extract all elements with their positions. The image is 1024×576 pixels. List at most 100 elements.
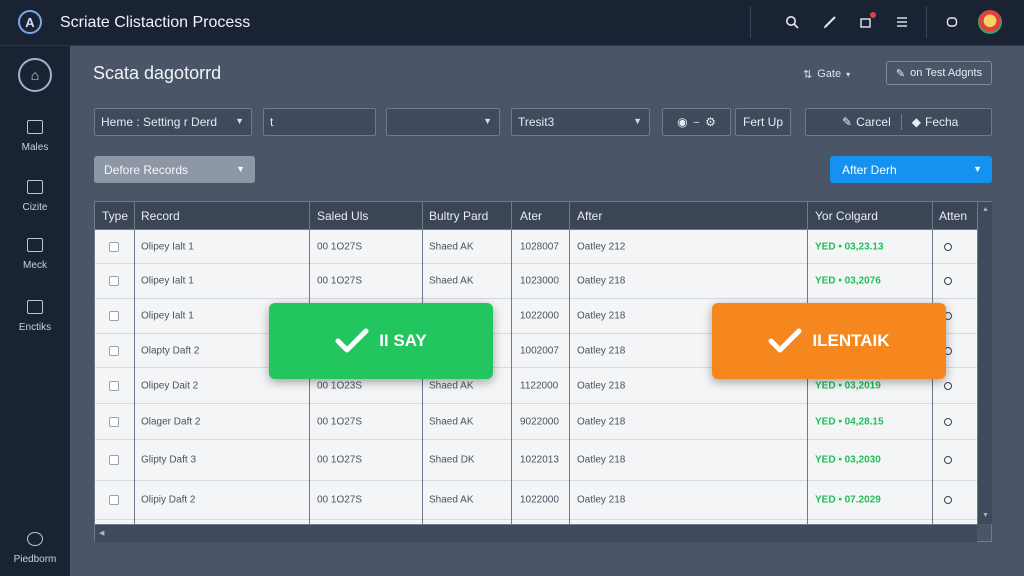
fert-up-button[interactable]: Fert Up [735, 108, 791, 136]
cancel-button[interactable]: Carcel [856, 115, 891, 129]
column-header-ater[interactable]: Ater [520, 209, 542, 223]
cell-ater: 1022013 [520, 454, 559, 466]
after-select[interactable]: After Derh ▼ [830, 156, 992, 183]
cell-yor: YED • 03,2019 [815, 380, 881, 391]
row-checkbox[interactable] [109, 416, 119, 427]
filter-input[interactable]: t [263, 108, 376, 136]
sidebar-item-label: Males [21, 142, 49, 153]
cell-ater: 1002007 [520, 345, 559, 356]
table-row[interactable]: Olipey Ialt 1 00 1O27S Shaed AK 1023000 Oatl… [95, 264, 977, 299]
column-header-yor[interactable]: Yor Colgard [815, 209, 878, 223]
row-checkbox[interactable] [109, 495, 119, 505]
app-logo-icon[interactable]: A [18, 10, 42, 34]
table-header: Type Record Saled Uls Bultry Pard Ater A… [95, 202, 977, 230]
warning-badge-label: ILENTAIK [812, 331, 890, 350]
column-header-record[interactable]: Record [141, 209, 180, 223]
cell-bultry: Shaed AK [429, 380, 474, 391]
scroll-left-icon[interactable]: ◀ [99, 529, 104, 537]
toolbar-divider [750, 6, 751, 38]
sidebar-item-piedborm[interactable]: Piedborm [0, 532, 70, 567]
vertical-scrollbar[interactable]: ▲ ▼ [977, 202, 992, 524]
chevron-down-icon: ▼ [633, 116, 642, 126]
sidebar-item-label: Cizite [22, 202, 48, 213]
chevron-down-icon: ▾ [846, 69, 851, 79]
cell-record: Olipey Ialt 1 [141, 241, 194, 252]
cell-saled: 00 1O23S [317, 380, 363, 391]
table-row[interactable]: Olipey Ialt 1 00 1O27S Shaed AK 1028007 Oatl… [95, 230, 977, 264]
sidebar-item-label: Enctiks [18, 322, 52, 333]
platform-icon [27, 532, 43, 546]
before-records-select[interactable]: Defore Records ▼ [94, 156, 255, 183]
filter-select[interactable]: ▼ [386, 108, 500, 136]
checkmark-icon [335, 328, 369, 353]
cell-yor: YED • 04,28.15 [815, 416, 884, 427]
gate-action[interactable]: ⇅ Gate ▾ [803, 63, 850, 85]
row-checkbox[interactable] [109, 455, 119, 465]
row-status-radio[interactable] [944, 417, 952, 426]
menu-icon[interactable] [892, 12, 912, 32]
chat-icon[interactable] [942, 12, 962, 32]
column-header-bultry[interactable]: Bultry Pard [429, 209, 488, 223]
cell-yor: YED • 07.2029 [815, 494, 881, 506]
row-status-radio[interactable] [944, 242, 952, 251]
select-value: Defore Records [104, 162, 189, 177]
sidebar-item-cizite[interactable]: Cizite [0, 180, 70, 215]
row-status-radio[interactable] [944, 496, 952, 504]
home-icon[interactable]: ⌂ [18, 58, 52, 92]
fert-up-label: Fert Up [742, 115, 783, 129]
table-row[interactable]: Olipiy Daft 2 00 1O27S Shaed AK 1022000 Oatl… [95, 481, 977, 520]
scroll-up-icon[interactable]: ▲ [982, 206, 989, 213]
sidebar-item-enctiks[interactable]: Enctiks [0, 300, 70, 335]
fecha-button[interactable]: Fecha [925, 115, 958, 129]
row-checkbox[interactable] [109, 380, 119, 391]
column-header-atten[interactable]: Atten [939, 209, 967, 223]
top-bar: A Scriate Clistaction Process [0, 0, 1024, 46]
tag-icon[interactable]: ◆ [912, 115, 921, 129]
cell-after: Oatley 218 [577, 380, 626, 391]
row-checkbox[interactable] [109, 311, 119, 321]
success-badge[interactable]: II SAY [269, 303, 493, 379]
sidebar-item-label: Piedborm [13, 554, 57, 565]
table-row[interactable]: Olager Daft 2 00 1O27S Shaed AK 9022000 Oatl… [95, 404, 977, 440]
sidebar: ⌂ Males Cizite Meck Enctiks Piedborm [0, 46, 70, 576]
column-header-saled[interactable]: Saled Uls [317, 209, 368, 223]
row-checkbox[interactable] [109, 345, 119, 356]
cell-ater: 9022000 [520, 416, 559, 427]
scroll-down-icon[interactable]: ▼ [982, 512, 989, 519]
warning-badge[interactable]: ILENTAIK [712, 303, 946, 379]
notification-icon[interactable] [856, 12, 876, 32]
input-value: t [270, 115, 274, 129]
toggle-icon: ◉ [677, 115, 688, 129]
row-checkbox[interactable] [109, 276, 119, 286]
column-header-type[interactable]: Type [102, 209, 128, 223]
sidebar-item-meck[interactable]: Meck [0, 238, 70, 273]
trend-select[interactable]: Tresit3 ▼ [511, 108, 650, 136]
success-badge-label: II SAY [379, 331, 427, 350]
home-setting-select[interactable]: Heme : Setting r Derd ▼ [94, 108, 252, 136]
search-icon[interactable] [782, 12, 802, 32]
cell-record: Olipey Dait 2 [141, 380, 199, 391]
toggle-group[interactable]: ◉ – ⚙ [662, 108, 731, 136]
sidebar-item-males[interactable]: Males [0, 120, 70, 155]
gate-label: Gate [817, 68, 842, 80]
row-status-radio[interactable] [944, 277, 952, 285]
pen-icon[interactable] [820, 12, 840, 32]
column-divider [134, 202, 135, 524]
cell-after: Oatley 218 [577, 454, 626, 466]
select-value: Heme : Setting r Derd [101, 115, 218, 129]
horizontal-scrollbar[interactable]: ◀ [95, 524, 977, 542]
cell-saled: 00 1O27S [317, 416, 363, 427]
row-checkbox[interactable] [109, 241, 119, 252]
table-row[interactable]: Glipty Daft 3 00 1O27S Shaed DK 1022013 Oatl… [95, 440, 977, 481]
column-header-after[interactable]: After [577, 209, 602, 223]
notification-badge [870, 12, 876, 18]
row-status-radio[interactable] [944, 456, 952, 464]
row-status-radio[interactable] [944, 381, 952, 390]
avatar[interactable] [978, 10, 1002, 34]
pencil-icon[interactable]: ✎ [842, 115, 852, 129]
test-agents-button[interactable]: ✎ on Test Adgnts [886, 61, 992, 85]
chevron-down-icon: ▼ [483, 116, 492, 126]
cell-bultry: Shaed AK [429, 241, 474, 252]
cell-yor: YED • 03,2076 [815, 275, 881, 287]
cell-ater: 1022000 [520, 494, 559, 506]
